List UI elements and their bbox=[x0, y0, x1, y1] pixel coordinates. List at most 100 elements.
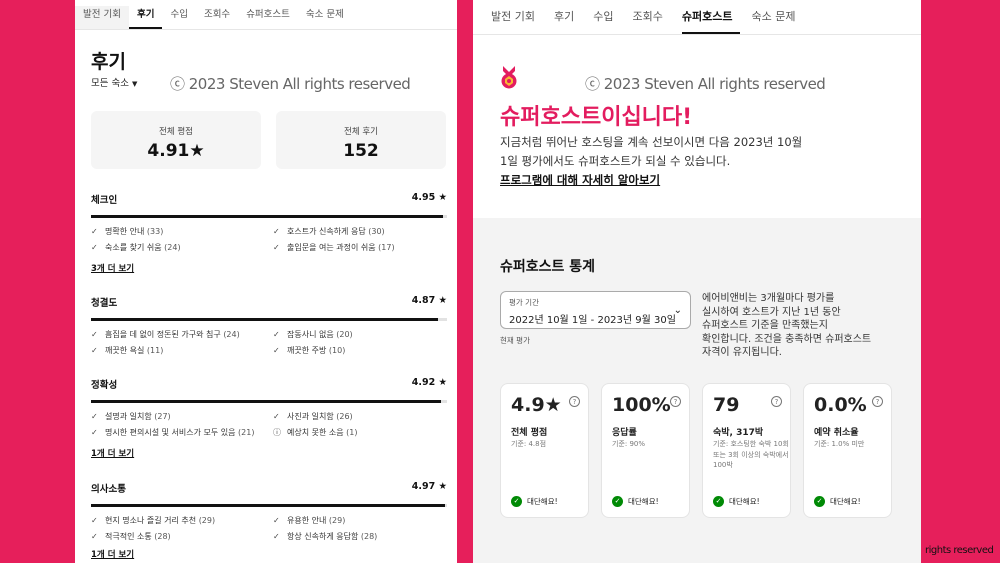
status-badge: ✓ 대단해요! bbox=[612, 496, 659, 507]
check-circle-icon: ✓ bbox=[713, 496, 724, 507]
category-name: 체크인 bbox=[91, 195, 118, 206]
insights-tabs: 발전 기회 후기 수입 조회수 슈퍼호스트 숙소 문제 bbox=[473, 0, 921, 35]
evaluation-period-select[interactable]: 평가 기간 2022년 10월 1일 - 2023년 9월 30일 ⌄ bbox=[500, 291, 691, 329]
tag-count: (1) bbox=[346, 428, 358, 437]
tab-listing-issues[interactable]: 숙소 문제 bbox=[751, 8, 803, 34]
stat-card-rating: 4.9★ ? 전체 평점 기준: 4.8점 ✓ 대단해요! bbox=[500, 383, 589, 518]
description-line: 지금처럼 뛰어난 호스팅을 계속 선보이시면 다음 2023년 10월 bbox=[500, 135, 803, 149]
stat-value: 4.9★ bbox=[511, 394, 562, 416]
tab-superhost[interactable]: 슈퍼호스트 bbox=[681, 8, 741, 34]
tag-count: (29) bbox=[328, 516, 346, 525]
stat-label: 숙박, 317박 bbox=[713, 428, 764, 438]
info-line: 에어비앤비는 3개월마다 평가를 bbox=[702, 293, 835, 304]
tag-label: 호스트가 신속하게 응답 bbox=[287, 227, 366, 236]
check-circle-icon: ✓ bbox=[612, 496, 623, 507]
status-text: 대단해요! bbox=[628, 497, 659, 506]
period-note: 현재 평가 bbox=[500, 336, 530, 345]
show-more-link[interactable]: 3개 더 보기 bbox=[91, 262, 134, 274]
superhost-description: 지금처럼 뛰어난 호스팅을 계속 선보이시면 다음 2023년 10월 1일 평… bbox=[500, 133, 830, 171]
rating-bar-fill bbox=[91, 318, 438, 321]
tab-earnings[interactable]: 수입 bbox=[162, 6, 195, 29]
total-reviews-value: 152 bbox=[343, 141, 379, 161]
superhost-headline: 슈퍼호스트이십니다! bbox=[500, 105, 693, 130]
stat-card-stays: 79 ? 숙박, 317박 기준: 호스팅한 숙박 10회 또는 3회 이상의 … bbox=[702, 383, 791, 518]
tab-views[interactable]: 조회수 bbox=[632, 8, 670, 34]
rating-bar-fill bbox=[91, 504, 445, 507]
tab-superhost[interactable]: 슈퍼호스트 bbox=[238, 6, 298, 29]
total-reviews-label: 전체 후기 bbox=[344, 127, 378, 137]
help-icon[interactable]: ? bbox=[771, 396, 782, 407]
stat-criteria: 기준: 호스팅한 숙박 10회 또는 3회 이상의 숙박에서 100박 bbox=[713, 440, 789, 469]
tag-count: (26) bbox=[336, 412, 353, 421]
check-icon: ✓ bbox=[273, 330, 280, 339]
tab-growth[interactable]: 발전 기회 bbox=[75, 6, 129, 29]
overall-rating-value: 4.91★ bbox=[147, 141, 205, 161]
stat-criteria: 기준: 90% bbox=[612, 440, 646, 448]
learn-more-link[interactable]: 프로그램에 대해 자세히 알아보기 bbox=[500, 172, 660, 188]
tag-label: 깨끗한 주방 bbox=[287, 346, 327, 355]
stat-value: 0.0% bbox=[814, 394, 867, 416]
copyright-watermark: ⓒ 2023 Steven All rights reserved bbox=[170, 75, 411, 93]
review-tag: ✓ 깨끗한 욕실 (11) bbox=[91, 345, 273, 356]
reviews-panel: 발전 기회 후기 수입 조회수 슈퍼호스트 숙소 문제 후기 모든 숙소 ▼ ⓒ … bbox=[75, 0, 457, 563]
review-tag: ✓ 깨끗한 주방 (10) bbox=[273, 345, 447, 356]
help-icon[interactable]: ? bbox=[569, 396, 580, 407]
status-text: 대단해요! bbox=[830, 497, 861, 506]
category-cleanliness: 청결도 4.87 ★ ✓ 흠집을 데 없이 정돈된 가구와 침구 (24) ✓ 잡동사… bbox=[91, 295, 447, 356]
category-score: 4.97 ★ bbox=[411, 481, 447, 492]
category-rating-bar bbox=[91, 504, 447, 507]
evaluation-info: 에어비앤비는 3개월마다 평가를 실시하여 호스트가 지난 1년 동안 슈퍼호스… bbox=[702, 292, 902, 360]
info-line: 자격이 유지됩니다. bbox=[702, 347, 782, 358]
stat-value: 79 bbox=[713, 394, 740, 416]
tab-growth[interactable]: 발전 기회 bbox=[491, 8, 543, 34]
tab-listing-issues[interactable]: 숙소 문제 bbox=[298, 6, 352, 29]
category-score: 4.92 ★ bbox=[411, 377, 447, 388]
listing-filter-dropdown[interactable]: 모든 숙소 ▼ bbox=[91, 75, 137, 89]
check-icon: ✓ bbox=[91, 428, 98, 437]
info-line: 확인합니다. 조건을 충족하면 슈퍼호스트 bbox=[702, 333, 872, 345]
chevron-down-icon: ⌄ bbox=[673, 305, 682, 316]
rating-bar-fill bbox=[91, 215, 444, 218]
review-tag: ✓ 설명과 일치함 (27) bbox=[91, 411, 273, 422]
category-accuracy: 정확성 4.92 ★ ✓ 설명과 일치함 (27) ✓ 사진과 일치함 (26) ✓ 명… bbox=[91, 377, 447, 460]
tag-label: 설명과 일치함 bbox=[105, 412, 152, 421]
tab-views[interactable]: 조회수 bbox=[196, 6, 238, 29]
review-tag: ✓ 출입문을 여는 과정이 쉬움 (17) bbox=[273, 242, 447, 253]
corner-watermark: rights reserved bbox=[925, 545, 994, 556]
category-name: 정확성 bbox=[91, 380, 118, 391]
status-badge: ✓ 대단해요! bbox=[814, 496, 861, 507]
check-circle-icon: ✓ bbox=[814, 496, 825, 507]
review-tag: ✓ 항상 신속하게 응답함 (28) bbox=[273, 531, 447, 542]
tag-label: 적극적인 소통 bbox=[105, 532, 152, 541]
check-icon: ✓ bbox=[91, 412, 98, 421]
category-name: 청결도 bbox=[91, 298, 118, 309]
stats-title: 슈퍼호스트 통계 bbox=[500, 259, 596, 275]
tag-count: (29) bbox=[198, 516, 216, 525]
check-circle-icon: ✓ bbox=[511, 496, 522, 507]
review-tag: ✓ 호스트가 신속하게 응답 (30) bbox=[273, 226, 447, 237]
tag-count: (24) bbox=[164, 243, 181, 252]
status-badge: ✓ 대단해요! bbox=[713, 496, 760, 507]
show-more-link[interactable]: 1개 더 보기 bbox=[91, 447, 134, 459]
check-icon: ✓ bbox=[91, 346, 98, 355]
show-more-link[interactable]: 1개 더 보기 bbox=[91, 548, 134, 560]
tag-label: 출입문을 여는 과정이 쉬움 bbox=[287, 243, 376, 252]
category-score: 4.95 ★ bbox=[411, 192, 447, 203]
copyright-watermark: ⓒ 2023 Steven All rights reserved bbox=[585, 75, 826, 93]
period-value: 2022년 10월 1일 - 2023년 9월 30일 bbox=[509, 315, 676, 326]
tab-reviews[interactable]: 후기 bbox=[128, 6, 163, 29]
stat-card-cancellation-rate: 0.0% ? 예약 취소율 기준: 1.0% 미만 ✓ 대단해요! bbox=[803, 383, 892, 518]
help-icon[interactable]: ? bbox=[872, 396, 883, 407]
review-tag: ✓ 유용한 안내 (29) bbox=[273, 515, 447, 526]
review-tag: ⓘ 예상치 못한 소음 (1) bbox=[273, 427, 447, 438]
tag-count: (30) bbox=[368, 227, 385, 236]
tab-earnings[interactable]: 수입 bbox=[593, 8, 621, 34]
category-rating-bar bbox=[91, 318, 447, 321]
category-score: 4.87 ★ bbox=[411, 295, 447, 306]
tag-label: 명확한 안내 bbox=[105, 227, 145, 236]
stat-card-response-rate: 100% ? 응답률 기준: 90% ✓ 대단해요! bbox=[601, 383, 690, 518]
info-line: 슈퍼호스트 기준을 만족했는지 bbox=[702, 320, 828, 331]
status-text: 대단해요! bbox=[527, 497, 558, 506]
help-icon[interactable]: ? bbox=[670, 396, 681, 407]
tab-reviews[interactable]: 후기 bbox=[554, 8, 582, 34]
